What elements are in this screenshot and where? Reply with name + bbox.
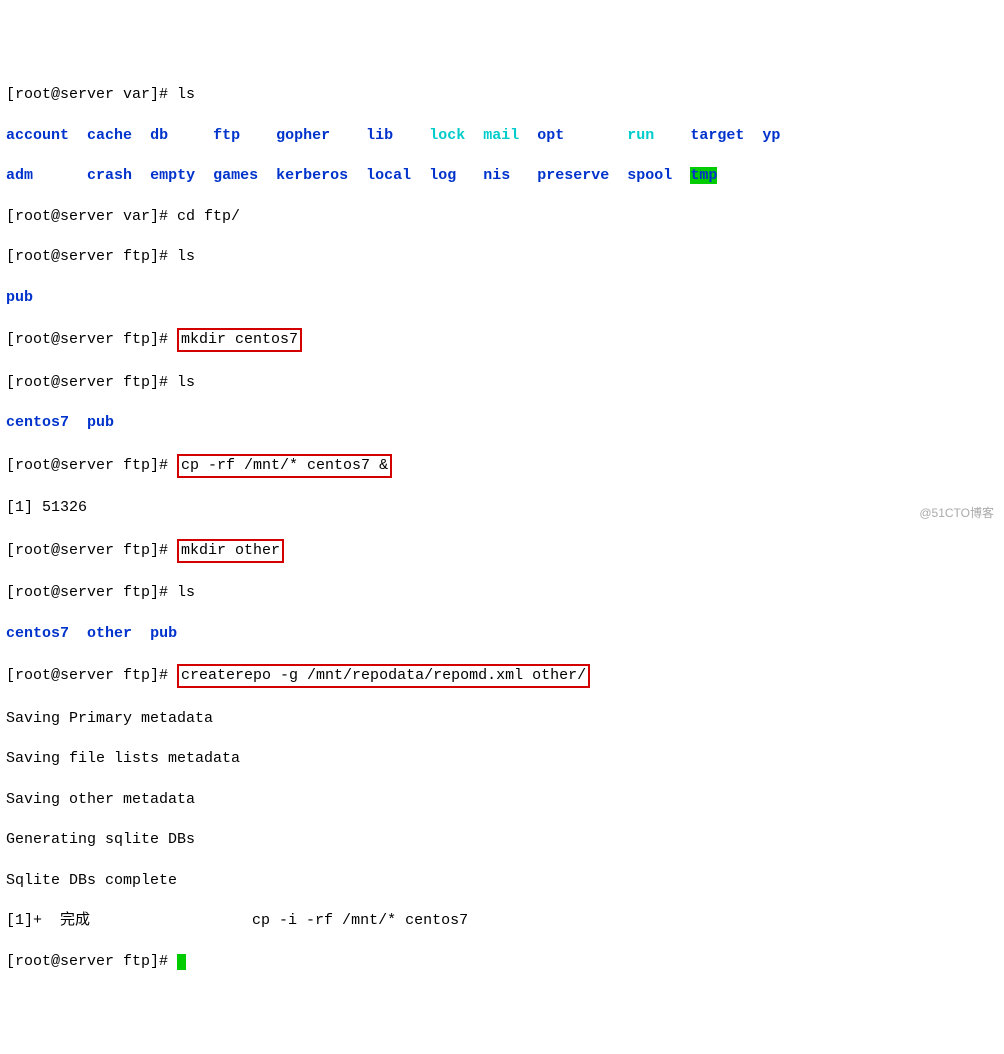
- cmd-ls: ls: [177, 86, 195, 103]
- ls-output-row: adm crash empty games kerberos local log…: [6, 166, 998, 186]
- output-line: Generating sqlite DBs: [6, 830, 998, 850]
- prompt: [root@server ftp]#: [6, 667, 177, 684]
- prompt: [root@server ftp]#: [6, 248, 177, 265]
- dir-entry: pub: [6, 289, 33, 306]
- job-output: [1] 51326: [6, 498, 998, 518]
- prompt: [root@server var]#: [6, 208, 177, 225]
- cmd-mkdir-other: mkdir other: [177, 539, 284, 563]
- cmd-ls: ls: [177, 248, 195, 265]
- ls-output-row: centos7 other pub: [6, 624, 998, 644]
- cmd-mkdir-centos7: mkdir centos7: [177, 328, 302, 352]
- output-line: Saving Primary metadata: [6, 709, 998, 729]
- output-line: Saving file lists metadata: [6, 749, 998, 769]
- watermark: @51CTO博客: [919, 505, 994, 521]
- prompt: [root@server ftp]#: [6, 457, 177, 474]
- terminal-cursor[interactable]: [177, 954, 186, 970]
- prompt: [root@server ftp]#: [6, 584, 177, 601]
- prompt: [root@server var]#: [6, 86, 177, 103]
- cmd-cd: cd ftp/: [177, 208, 240, 225]
- output-line: Sqlite DBs complete: [6, 871, 998, 891]
- prompt: [root@server ftp]#: [6, 953, 177, 970]
- output-line: Saving other metadata: [6, 790, 998, 810]
- cmd-createrepo: createrepo -g /mnt/repodata/repomd.xml o…: [177, 664, 590, 688]
- prompt: [root@server ftp]#: [6, 374, 177, 391]
- prompt: [root@server ftp]#: [6, 331, 177, 348]
- cmd-ls: ls: [177, 584, 195, 601]
- cmd-cp: cp -rf /mnt/* centos7 &: [177, 454, 392, 478]
- ls-output-row: centos7 pub: [6, 413, 998, 433]
- prompt: [root@server ftp]#: [6, 542, 177, 559]
- cmd-ls: ls: [177, 374, 195, 391]
- job-done: [1]+ 完成 cp -i -rf /mnt/* centos7: [6, 911, 998, 931]
- ls-output-row: account cache db ftp gopher lib lock mai…: [6, 126, 998, 146]
